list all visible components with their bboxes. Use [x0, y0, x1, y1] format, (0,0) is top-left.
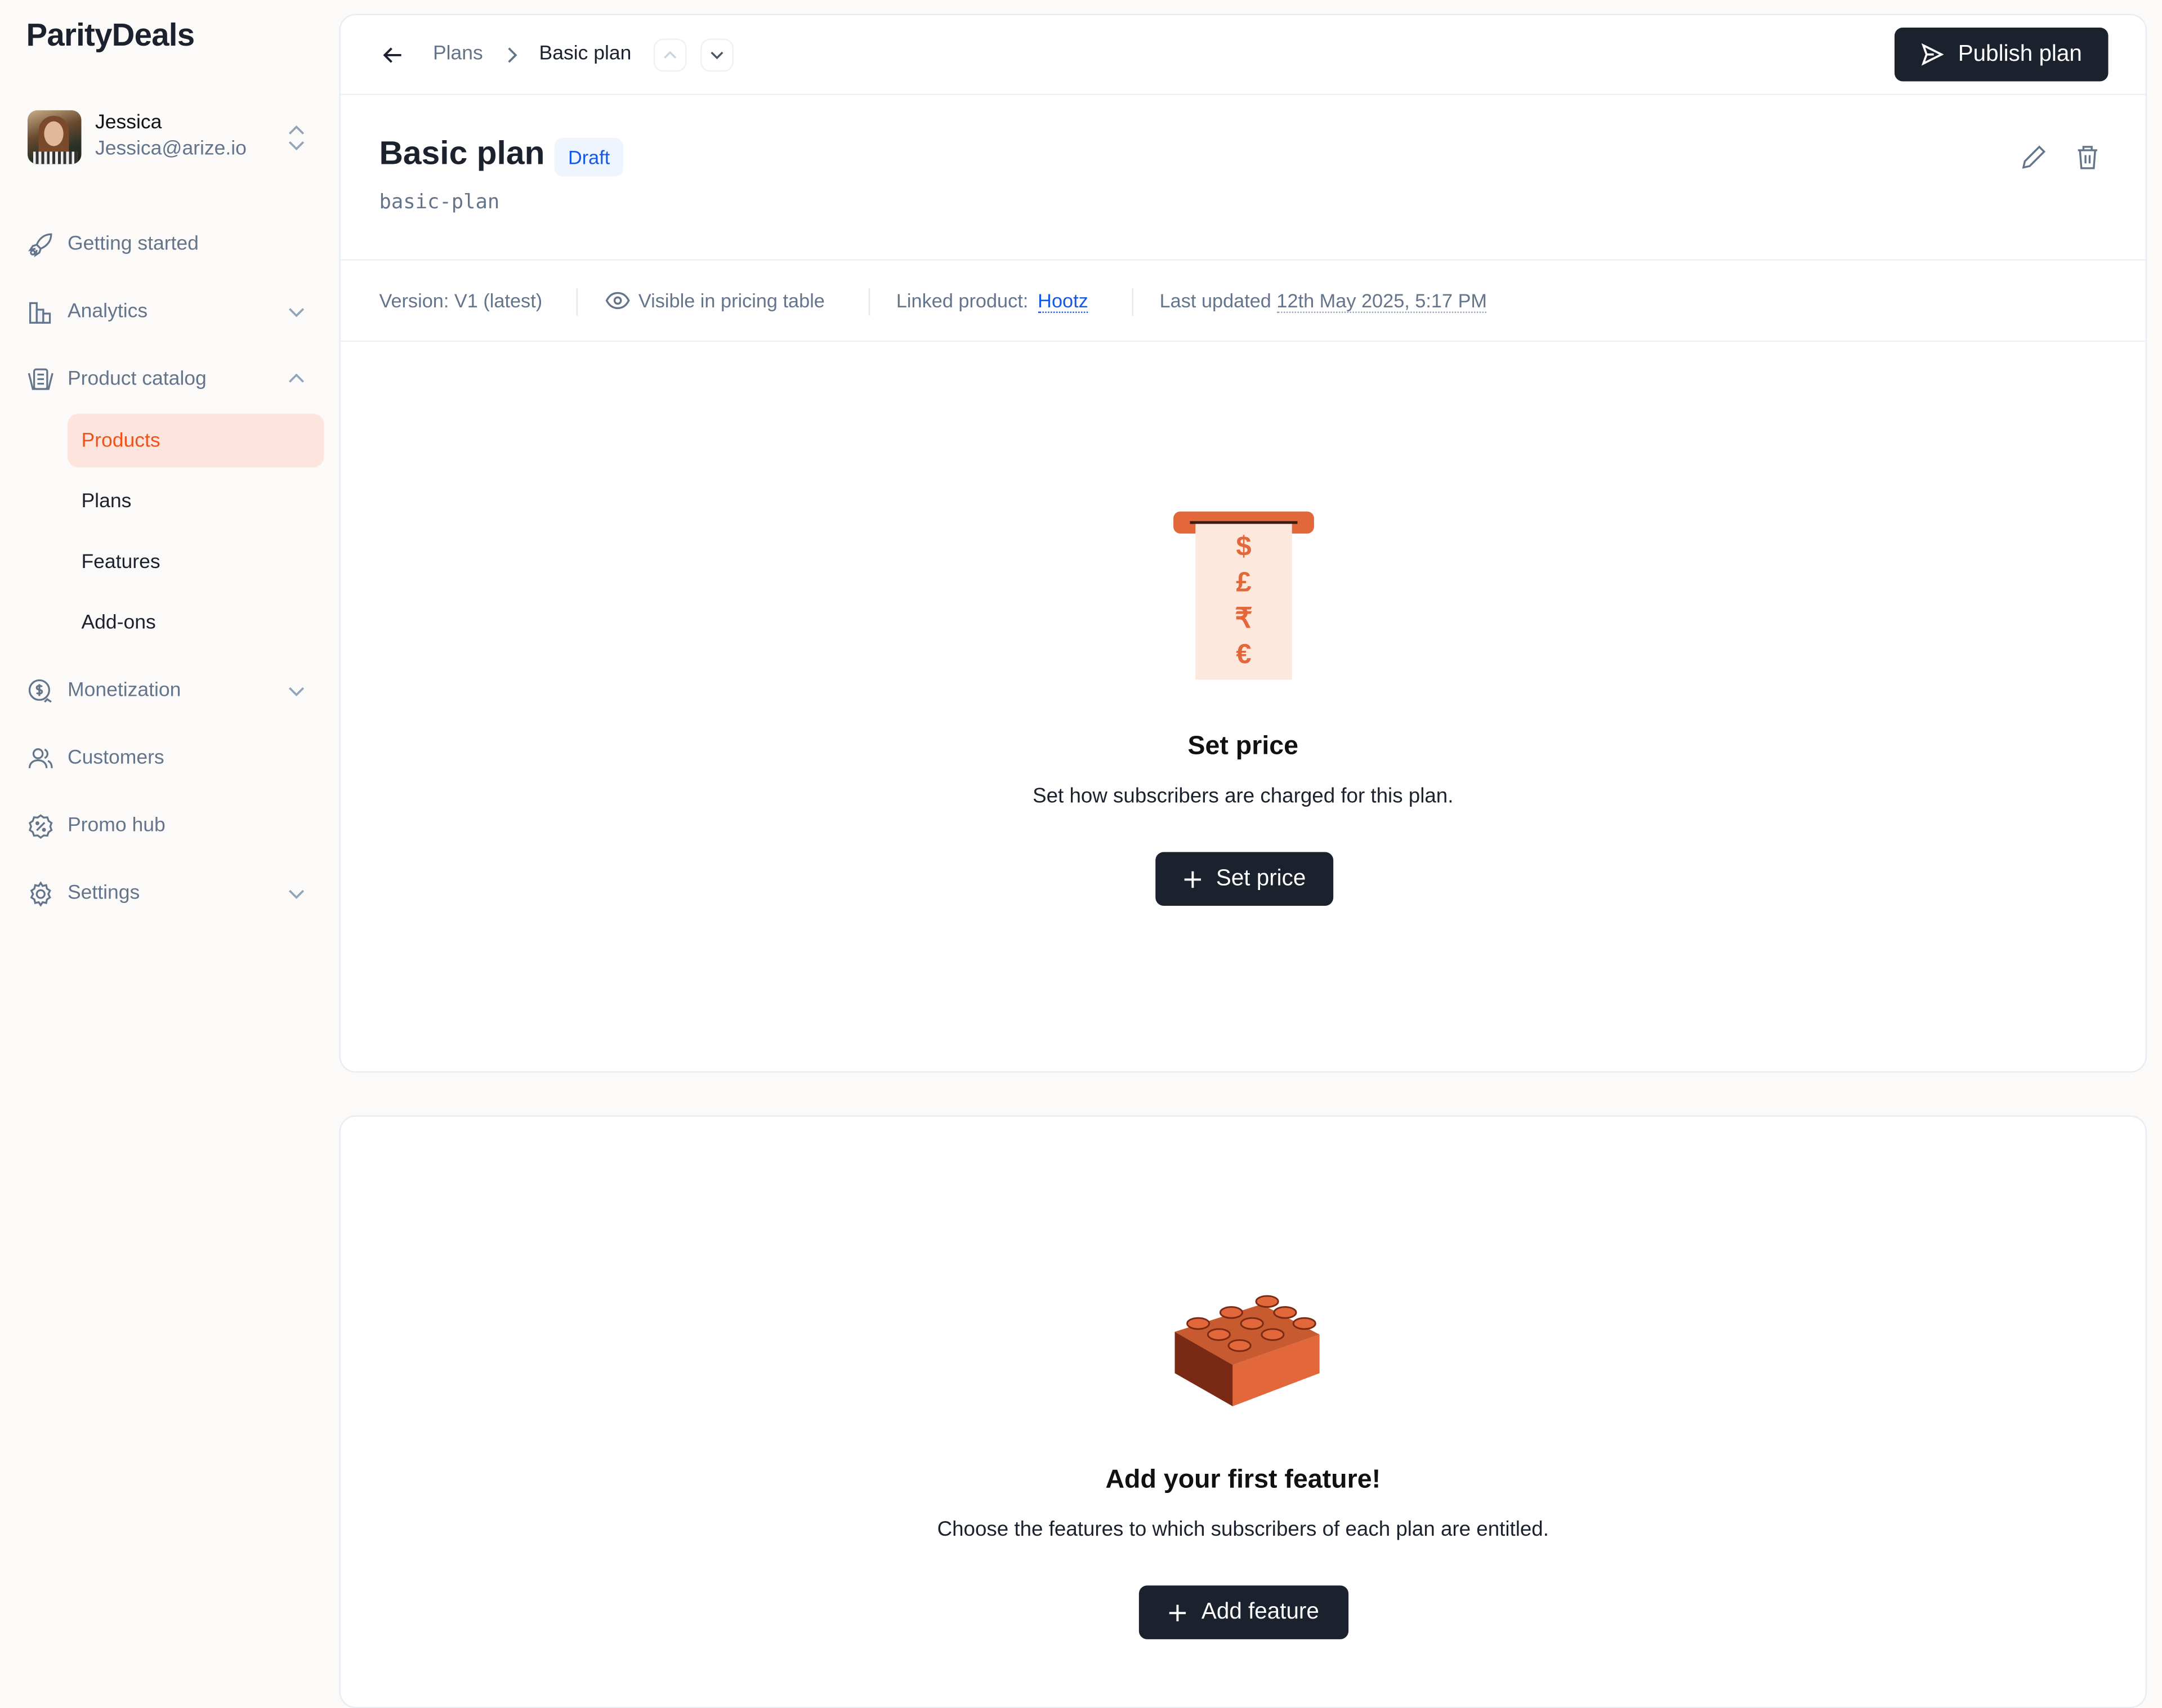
receipt-illustration: $ £ ₹ €	[1173, 511, 1314, 683]
catalog-icon	[28, 366, 54, 392]
sidebar-item-label: Product catalog	[68, 368, 207, 391]
last-updated: Last updated 12th May 2025, 5:17 PM	[1159, 289, 1488, 313]
previous-plan-button[interactable]	[653, 38, 687, 72]
sidebar-item-analytics[interactable]: Analytics	[28, 295, 317, 328]
sidebar-item-label: Analytics	[68, 300, 148, 323]
sidebar-item-label: Getting started	[68, 232, 199, 256]
pound-symbol: £	[1236, 567, 1252, 598]
sidebar-item-label: Promo hub	[68, 815, 166, 837]
chevron-down-icon	[287, 884, 306, 909]
add-feature-label: Add feature	[1201, 1599, 1319, 1624]
linked-product-link[interactable]: Hootz	[1038, 289, 1088, 313]
edit-pencil-icon[interactable]	[2020, 144, 2048, 178]
last-updated-value: 12th May 2025, 5:17 PM	[1276, 289, 1488, 313]
avatar[interactable]	[27, 110, 82, 164]
linked-product-label: Linked product:	[896, 289, 1029, 312]
coin-icon	[28, 678, 54, 704]
publish-plan-button[interactable]: Publish plan	[1894, 27, 2109, 82]
sidebar-item-getting-started[interactable]: Getting started	[28, 227, 317, 261]
user-email: Jessica@arize.io	[95, 137, 247, 160]
sidebar-subitem-plans[interactable]: Plans	[68, 474, 324, 528]
sidebar-subitem-features[interactable]: Features	[68, 535, 324, 589]
chevron-up-icon	[287, 369, 306, 394]
sidebar-subitem-products[interactable]: Products	[68, 413, 324, 468]
plus-icon	[1184, 870, 1201, 887]
sidebar-item-customers[interactable]: Customers	[28, 742, 317, 775]
page-title: Basic plan	[379, 135, 545, 173]
sidebar-item-product-catalog[interactable]: Product catalog	[28, 363, 317, 396]
set-price-title: Set price	[1187, 732, 1299, 761]
plus-icon	[1169, 1604, 1186, 1621]
linked-product: Linked product: Hootz	[896, 289, 1088, 313]
back-arrow-icon[interactable]	[381, 43, 405, 74]
plan-card: Plans Basic plan Publish plan Basic plan…	[339, 14, 2147, 1073]
badge-icon	[28, 813, 54, 839]
breadcrumb-current: Basic plan	[539, 42, 632, 65]
set-price-button[interactable]: Set price	[1155, 852, 1334, 906]
eye-icon	[605, 292, 630, 310]
sidebar-item-settings[interactable]: Settings	[28, 877, 317, 910]
add-feature-button[interactable]: Add feature	[1138, 1585, 1349, 1639]
add-feature-title: Add your first feature!	[1105, 1465, 1381, 1495]
chevron-down-icon	[287, 681, 306, 706]
rupee-symbol: ₹	[1235, 603, 1253, 634]
add-feature-description: Choose the features to which subscribers…	[937, 1518, 1549, 1541]
set-price-description: Set how subscribers are charged for this…	[1033, 784, 1454, 808]
sidebar-item-label: Settings	[68, 882, 140, 905]
sidebar-item-monetization[interactable]: Monetization	[28, 674, 317, 708]
delete-trash-icon[interactable]	[2075, 144, 2100, 178]
account-switcher-icon[interactable]	[287, 124, 306, 158]
bar-chart-icon	[28, 298, 54, 325]
app-logo: ParityDeals	[26, 16, 195, 53]
visibility-status: Visible in pricing table	[605, 289, 825, 311]
sidebar-item-label: Monetization	[68, 679, 181, 702]
status-badge: Draft	[554, 137, 624, 177]
chevron-down-icon	[287, 302, 306, 327]
visibility-label: Visible in pricing table	[638, 289, 825, 312]
breadcrumb-separator-icon	[503, 46, 520, 72]
set-price-label: Set price	[1216, 865, 1306, 891]
dollar-symbol: $	[1236, 532, 1252, 563]
users-icon	[28, 745, 54, 772]
user-name: Jessica	[95, 111, 162, 134]
sidebar-item-promo-hub[interactable]: Promo hub	[28, 810, 317, 843]
plan-slug: basic-plan	[379, 191, 500, 214]
next-plan-button[interactable]	[700, 38, 734, 72]
features-card: Add your first feature! Choose the featu…	[339, 1115, 2147, 1708]
rocket-icon	[28, 231, 54, 257]
breadcrumb-plans[interactable]: Plans	[433, 43, 483, 65]
version-text: Version: V1 (latest)	[379, 289, 543, 312]
sidebar-item-label: Customers	[68, 747, 164, 770]
euro-symbol: €	[1236, 640, 1252, 670]
last-updated-label: Last updated	[1159, 289, 1271, 312]
brick-illustration	[1171, 1293, 1322, 1413]
publish-plan-label: Publish plan	[1958, 41, 2082, 66]
send-icon	[1921, 43, 1944, 66]
sidebar-subitem-add-ons[interactable]: Add-ons	[68, 596, 324, 650]
gear-icon	[28, 880, 54, 907]
